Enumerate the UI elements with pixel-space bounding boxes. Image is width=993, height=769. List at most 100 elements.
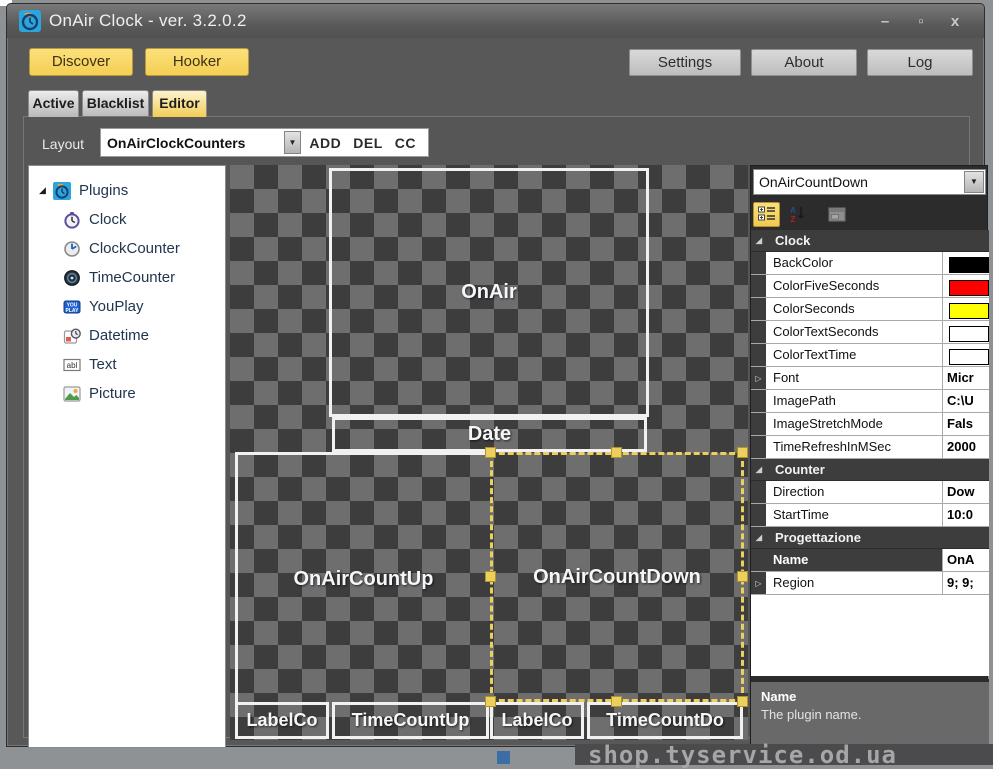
- resize-handle-top-left[interactable]: [485, 447, 496, 458]
- tree-node-label[interactable]: Datetime: [89, 327, 149, 344]
- hooker-button[interactable]: Hooker: [145, 48, 249, 76]
- row-margin: [751, 390, 766, 412]
- canvas-region-timecountdown[interactable]: TimeCountDo: [587, 702, 743, 739]
- resize-handle-bottom-left[interactable]: [485, 696, 496, 707]
- canvas-region-countup[interactable]: OnAirCountUp: [235, 452, 489, 739]
- layout-del-button[interactable]: DEL: [353, 135, 383, 151]
- tree-node-label[interactable]: Clock: [89, 211, 127, 228]
- minimize-button[interactable]: –: [872, 12, 898, 32]
- datetime-icon: [63, 327, 81, 345]
- alphabetical-sort-button[interactable]: A Z: [783, 202, 810, 227]
- tree-node-label[interactable]: Plugins: [79, 182, 128, 199]
- resize-handle-bottom-mid[interactable]: [611, 696, 622, 707]
- property-row-starttime[interactable]: StartTime 10:0: [751, 504, 989, 527]
- tree-node-youplay[interactable]: YOU PLAY YouPlay: [63, 292, 225, 321]
- property-row-timerefreshinmsec[interactable]: TimeRefreshInMSec 2000: [751, 436, 989, 459]
- plugin-selector-dropdown-icon[interactable]: ▼: [964, 171, 984, 193]
- clock-counter-icon: [63, 240, 81, 258]
- plugin-tree: ◢ Plugins Clock: [28, 165, 226, 748]
- canvas-region-labelcountup[interactable]: LabelCo: [235, 702, 329, 739]
- resize-handle-bottom-right[interactable]: [737, 696, 748, 707]
- property-row-name-selected[interactable]: Name OnA: [751, 549, 989, 572]
- title-bar[interactable]: OnAir Clock - ver. 3.2.0.2 – ▫ x: [7, 4, 984, 38]
- canvas-region-labelcountdown[interactable]: LabelCo: [490, 702, 584, 739]
- tab-active[interactable]: Active: [28, 90, 79, 117]
- resize-handle-mid-right[interactable]: [737, 571, 748, 582]
- design-canvas[interactable]: OnAir Date OnAirCountUp OnAirCountDown L…: [230, 165, 748, 740]
- plugins-icon: [53, 182, 71, 200]
- resize-handle-mid-left[interactable]: [485, 571, 496, 582]
- property-row-colorseconds[interactable]: ColorSeconds: [751, 298, 989, 321]
- tab-editor[interactable]: Editor: [152, 90, 207, 117]
- tree-node-timecounter[interactable]: TimeCounter: [63, 263, 225, 292]
- tree-node-clockcounter[interactable]: ClockCounter: [63, 234, 225, 263]
- collapse-icon[interactable]: ◢: [751, 236, 767, 245]
- picture-icon: [63, 385, 81, 403]
- color-swatch[interactable]: [949, 349, 989, 365]
- discover-button[interactable]: Discover: [29, 48, 133, 76]
- property-row-colortexttime[interactable]: ColorTextTime: [751, 344, 989, 367]
- plugin-selector-combobox[interactable]: OnAirCountDown ▼: [753, 169, 986, 195]
- property-row-colortextseconds[interactable]: ColorTextSeconds: [751, 321, 989, 344]
- time-counter-icon: [63, 269, 81, 287]
- row-margin: [751, 504, 766, 526]
- tree-node-picture[interactable]: Picture: [63, 379, 225, 408]
- property-row-font[interactable]: ▷ Font Micr: [751, 367, 989, 390]
- color-swatch[interactable]: [949, 326, 989, 342]
- plugin-selector-value[interactable]: OnAirCountDown: [754, 174, 964, 190]
- region-label: OnAirCountUp: [294, 568, 434, 591]
- canvas-region-timecountup[interactable]: TimeCountUp: [332, 702, 489, 739]
- resize-handle-top-mid[interactable]: [611, 447, 622, 458]
- settings-button[interactable]: Settings: [629, 49, 741, 76]
- tree-node-label[interactable]: ClockCounter: [89, 240, 180, 257]
- tree-node-clock[interactable]: Clock: [63, 205, 225, 234]
- resize-handle-top-right[interactable]: [737, 447, 748, 458]
- tab-blacklist[interactable]: Blacklist: [82, 90, 149, 117]
- layout-add-button[interactable]: ADD: [309, 135, 341, 151]
- tree-node-label[interactable]: Text: [89, 356, 117, 373]
- categorized-icon: [758, 206, 776, 222]
- app-clock-icon: [19, 10, 41, 32]
- tree-node-datetime[interactable]: Datetime: [63, 321, 225, 350]
- color-swatch[interactable]: [949, 303, 989, 319]
- property-row-imagestretchmode[interactable]: ImageStretchMode Fals: [751, 413, 989, 436]
- tree-node-plugins[interactable]: ◢ Plugins: [39, 176, 225, 205]
- canvas-region-onair[interactable]: OnAir: [329, 168, 649, 417]
- categorized-view-button[interactable]: [753, 202, 780, 227]
- color-swatch[interactable]: [949, 280, 989, 296]
- property-row-backcolor[interactable]: BackColor: [751, 252, 989, 275]
- property-pages-button[interactable]: [823, 202, 850, 227]
- property-row-region[interactable]: ▷ Region 9; 9;: [751, 572, 989, 595]
- close-button[interactable]: x: [942, 12, 968, 32]
- tree-node-label[interactable]: TimeCounter: [89, 269, 175, 286]
- property-grid: ◢ Clock BackColor ColorFiveSeconds Color…: [751, 230, 989, 676]
- property-row-direction[interactable]: Direction Dow: [751, 481, 989, 504]
- collapse-icon[interactable]: ◢: [751, 465, 767, 474]
- svg-text:Z: Z: [790, 215, 795, 223]
- layout-combobox[interactable]: OnAirClockCounters ▼ ADD DEL CC: [100, 128, 429, 157]
- layout-combobox-dropdown-icon[interactable]: ▼: [284, 131, 302, 154]
- log-button[interactable]: Log: [867, 49, 973, 76]
- property-category-progettazione[interactable]: ◢ Progettazione: [751, 527, 989, 549]
- maximize-button[interactable]: ▫: [908, 12, 934, 32]
- property-category-clock[interactable]: ◢ Clock: [751, 230, 989, 252]
- property-category-counter[interactable]: ◢ Counter: [751, 459, 989, 481]
- property-row-colorfiveseconds[interactable]: ColorFiveSeconds: [751, 275, 989, 298]
- canvas-region-countdown-selected[interactable]: OnAirCountDown: [490, 452, 744, 702]
- tree-node-text[interactable]: abl Text: [63, 350, 225, 379]
- row-margin: [751, 344, 766, 366]
- collapse-icon[interactable]: ◢: [751, 533, 767, 542]
- tree-expand-icon[interactable]: ◢: [39, 185, 53, 196]
- editor-tab-content: Layout OnAirClockCounters ▼ ADD DEL CC ◢…: [23, 116, 970, 738]
- row-margin: [751, 549, 766, 571]
- color-swatch[interactable]: [949, 257, 989, 273]
- text-icon: abl: [63, 356, 81, 374]
- tree-node-label[interactable]: YouPlay: [89, 298, 144, 315]
- about-button[interactable]: About: [751, 49, 857, 76]
- tree-node-label[interactable]: Picture: [89, 385, 136, 402]
- layout-cc-button[interactable]: CC: [395, 135, 416, 151]
- expand-icon[interactable]: ▷: [751, 572, 766, 594]
- layout-combobox-value[interactable]: OnAirClockCounters: [101, 135, 284, 151]
- expand-icon[interactable]: ▷: [751, 367, 766, 389]
- property-row-imagepath[interactable]: ImagePath C:\U: [751, 390, 989, 413]
